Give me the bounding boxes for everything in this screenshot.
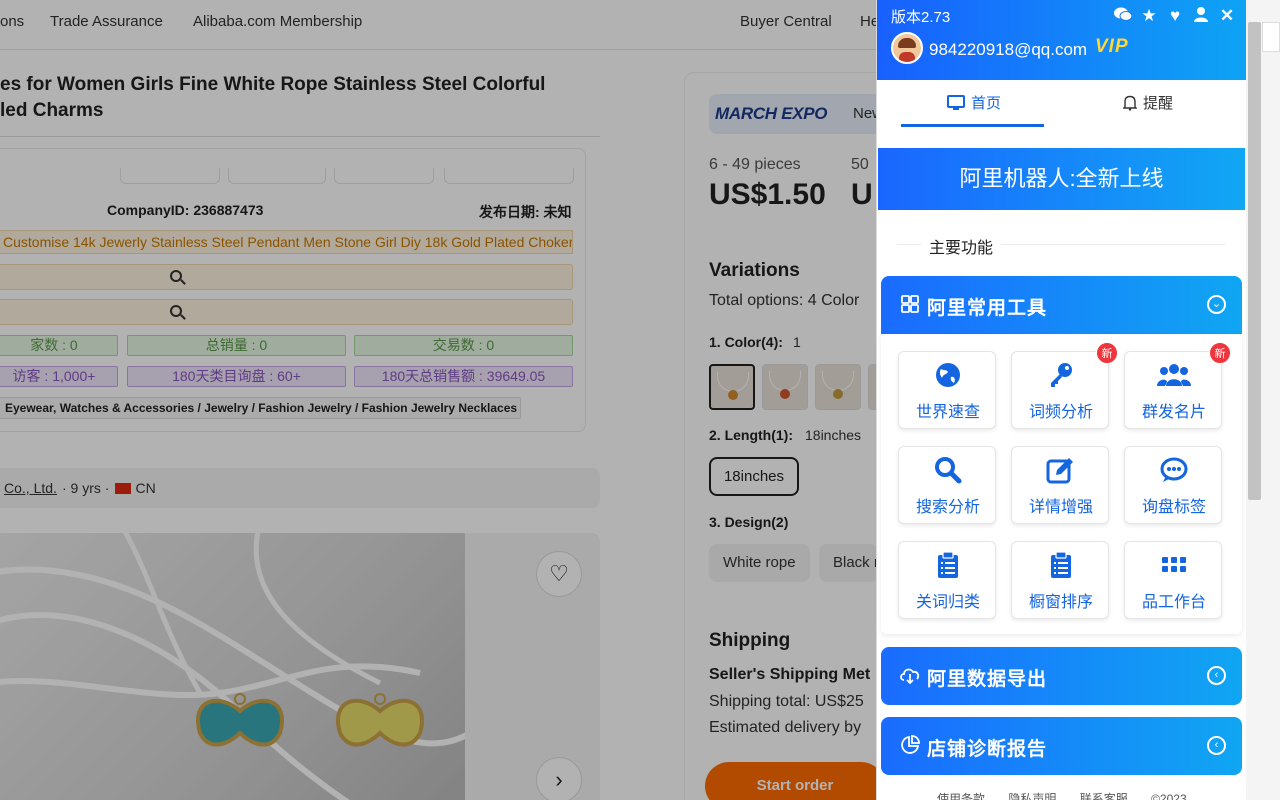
grid-icon: [899, 294, 921, 316]
chevron-left-icon[interactable]: ‹: [1207, 666, 1226, 685]
monitor-icon: [947, 94, 965, 110]
modal-backdrop[interactable]: [0, 0, 876, 800]
tool-showcase-sort[interactable]: 橱窗排序: [1011, 541, 1109, 619]
tool-label: 详情增强: [1028, 499, 1093, 516]
pie-chart-icon: [899, 735, 921, 757]
tool-label: 词频分析: [1028, 404, 1093, 421]
tool-label: 品工作台: [1141, 594, 1206, 611]
tool-label: 询盘标签: [1141, 499, 1206, 516]
key-icon: [1012, 360, 1110, 390]
clipboard-icon: [899, 550, 997, 580]
user-email: 984220918@qq.com: [929, 40, 1088, 59]
tab-home-label: 首页: [971, 95, 1002, 112]
header-icons: ★ ♥ ✕: [1113, 6, 1237, 26]
section-common-tools[interactable]: 阿里常用工具 ⌄: [881, 276, 1242, 334]
plugin-footer: 使用条款 隐私声明 联系客服 ©2023: [937, 790, 1207, 800]
footer-copyright: ©2023: [1151, 792, 1187, 800]
new-badge: 新: [1209, 342, 1231, 364]
heart-icon[interactable]: ♥: [1165, 6, 1185, 26]
footer-link-contact[interactable]: 联系客服: [1080, 792, 1128, 800]
tool-word-frequency[interactable]: 词频分析 新: [1011, 342, 1118, 429]
avatar[interactable]: [891, 32, 923, 64]
search-icon: [899, 455, 997, 485]
tool-label: 搜索分析: [915, 499, 980, 516]
wechat-icon[interactable]: [1113, 6, 1133, 26]
promo-banner[interactable]: 阿里机器人:全新上线: [878, 148, 1245, 210]
vip-badge: VIP: [1095, 36, 1129, 57]
tab-home[interactable]: 首页: [947, 92, 1001, 113]
main-functions-label: 主要功能: [921, 234, 1002, 258]
close-icon[interactable]: ✕: [1217, 6, 1237, 26]
star-icon[interactable]: ★: [1139, 6, 1159, 26]
chevron-left-icon[interactable]: ‹: [1207, 736, 1226, 755]
footer-link-terms[interactable]: 使用条款: [937, 792, 985, 800]
bell-icon: [1123, 95, 1137, 111]
plugin-tabs: 首页 提醒: [877, 80, 1246, 128]
apps-icon: [1125, 550, 1223, 580]
section-title: 阿里数据导出: [927, 669, 1048, 690]
section-store-diagnosis[interactable]: 店铺诊断报告 ‹: [881, 717, 1242, 775]
edit-icon: [1012, 455, 1110, 485]
tool-label: 群发名片: [1141, 404, 1206, 421]
tool-world-lookup[interactable]: 世界速查: [898, 351, 996, 429]
section-data-export[interactable]: 阿里数据导出 ‹: [881, 647, 1242, 705]
footer-link-privacy[interactable]: 隐私声明: [1008, 792, 1056, 800]
scrollbar-thumb[interactable]: [1248, 22, 1261, 500]
globe-icon: [899, 360, 997, 390]
plugin-version: 版本2.73: [891, 9, 951, 26]
tool-keyword-classify[interactable]: 关词归类: [898, 541, 996, 619]
tab-reminders-label: 提醒: [1143, 95, 1174, 112]
tab-reminders[interactable]: 提醒: [1123, 92, 1173, 113]
tool-label: 世界速查: [915, 404, 980, 421]
tool-bulk-card[interactable]: 群发名片 新: [1124, 342, 1231, 429]
tool-detail-enhance[interactable]: 详情增强: [1011, 446, 1109, 524]
tool-search-analysis[interactable]: 搜索分析: [898, 446, 996, 524]
tool-label: 橱窗排序: [1028, 594, 1093, 611]
users-icon: [1125, 360, 1223, 390]
section-title: 阿里常用工具: [927, 298, 1048, 319]
active-tab-indicator: [901, 124, 1044, 127]
scroll-widget[interactable]: [1262, 22, 1280, 52]
new-badge: 新: [1096, 342, 1118, 364]
tool-grid: 世界速查 词频分析 新 群发名片 新 搜索分析 详情增强 询盘标签 关词归类 橱…: [881, 334, 1242, 634]
chevron-down-icon[interactable]: ⌄: [1207, 295, 1226, 314]
tool-product-workbench[interactable]: 品工作台: [1124, 541, 1222, 619]
tool-label: 关词归类: [915, 594, 980, 611]
section-title: 店铺诊断报告: [927, 739, 1048, 760]
plugin-header: 版本2.73 ★ ♥ ✕ 984220918@qq.com VIP: [877, 0, 1246, 80]
clipboard-icon: [1012, 550, 1110, 580]
user-icon[interactable]: [1191, 6, 1211, 26]
plugin-panel: 版本2.73 ★ ♥ ✕ 984220918@qq.com VIP 首页 提醒 …: [876, 0, 1246, 800]
chat-icon: [1125, 455, 1223, 485]
cloud-download-icon: [899, 665, 921, 687]
tool-inquiry-tags[interactable]: 询盘标签: [1124, 446, 1222, 524]
